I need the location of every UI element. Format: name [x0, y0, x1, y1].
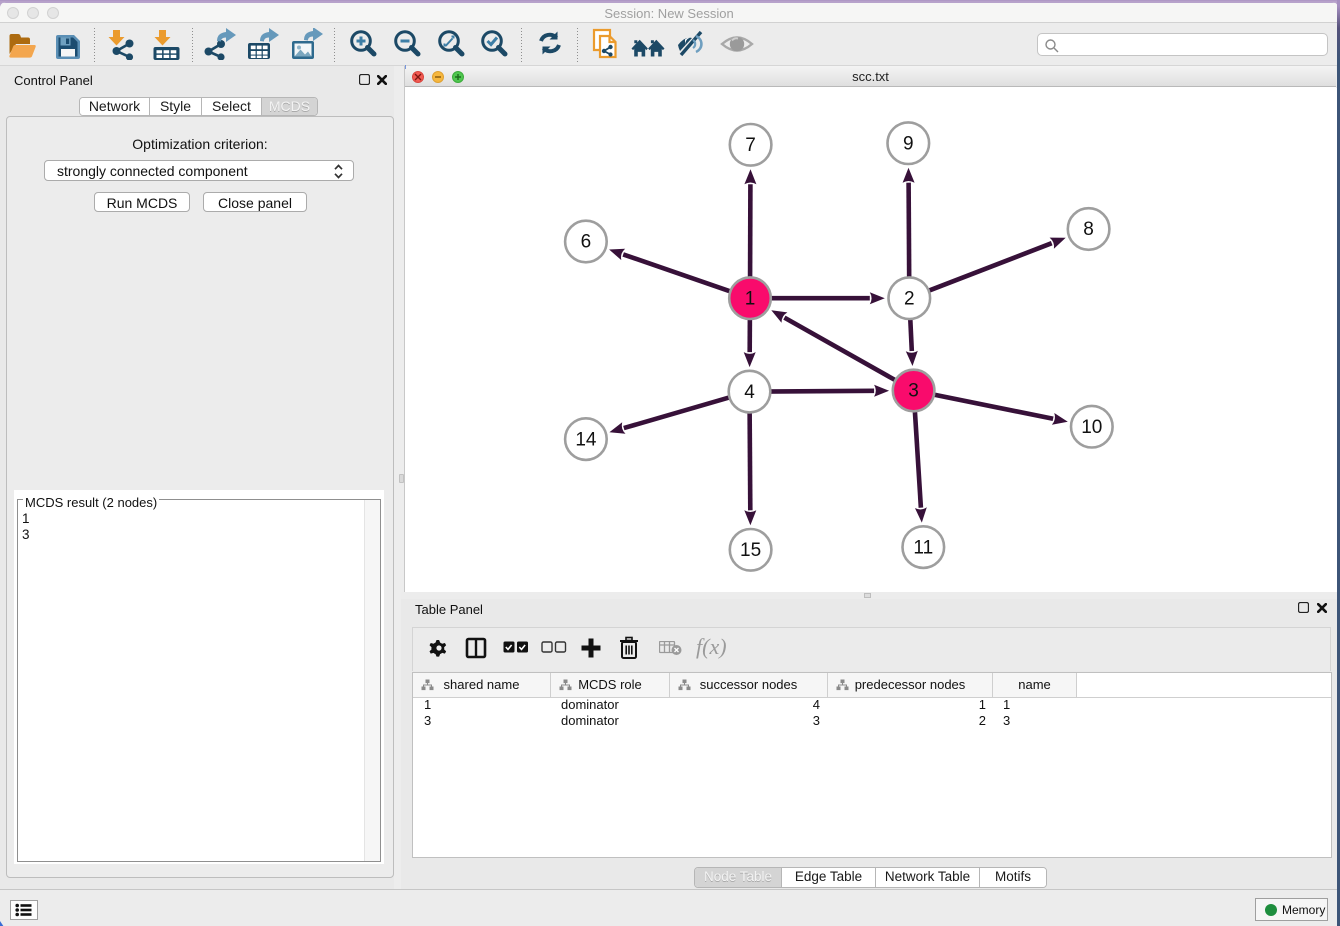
svg-text:9: 9 [903, 133, 914, 154]
svg-text:10: 10 [1081, 417, 1102, 438]
svg-text:8: 8 [1083, 219, 1094, 240]
svg-text:2: 2 [904, 288, 915, 309]
svg-text:7: 7 [745, 135, 756, 156]
svg-text:4: 4 [744, 382, 755, 403]
svg-text:3: 3 [908, 381, 919, 402]
svg-text:15: 15 [740, 540, 761, 561]
svg-text:11: 11 [913, 537, 933, 558]
svg-text:6: 6 [581, 232, 592, 253]
svg-text:14: 14 [575, 429, 597, 450]
svg-text:1: 1 [745, 288, 756, 309]
